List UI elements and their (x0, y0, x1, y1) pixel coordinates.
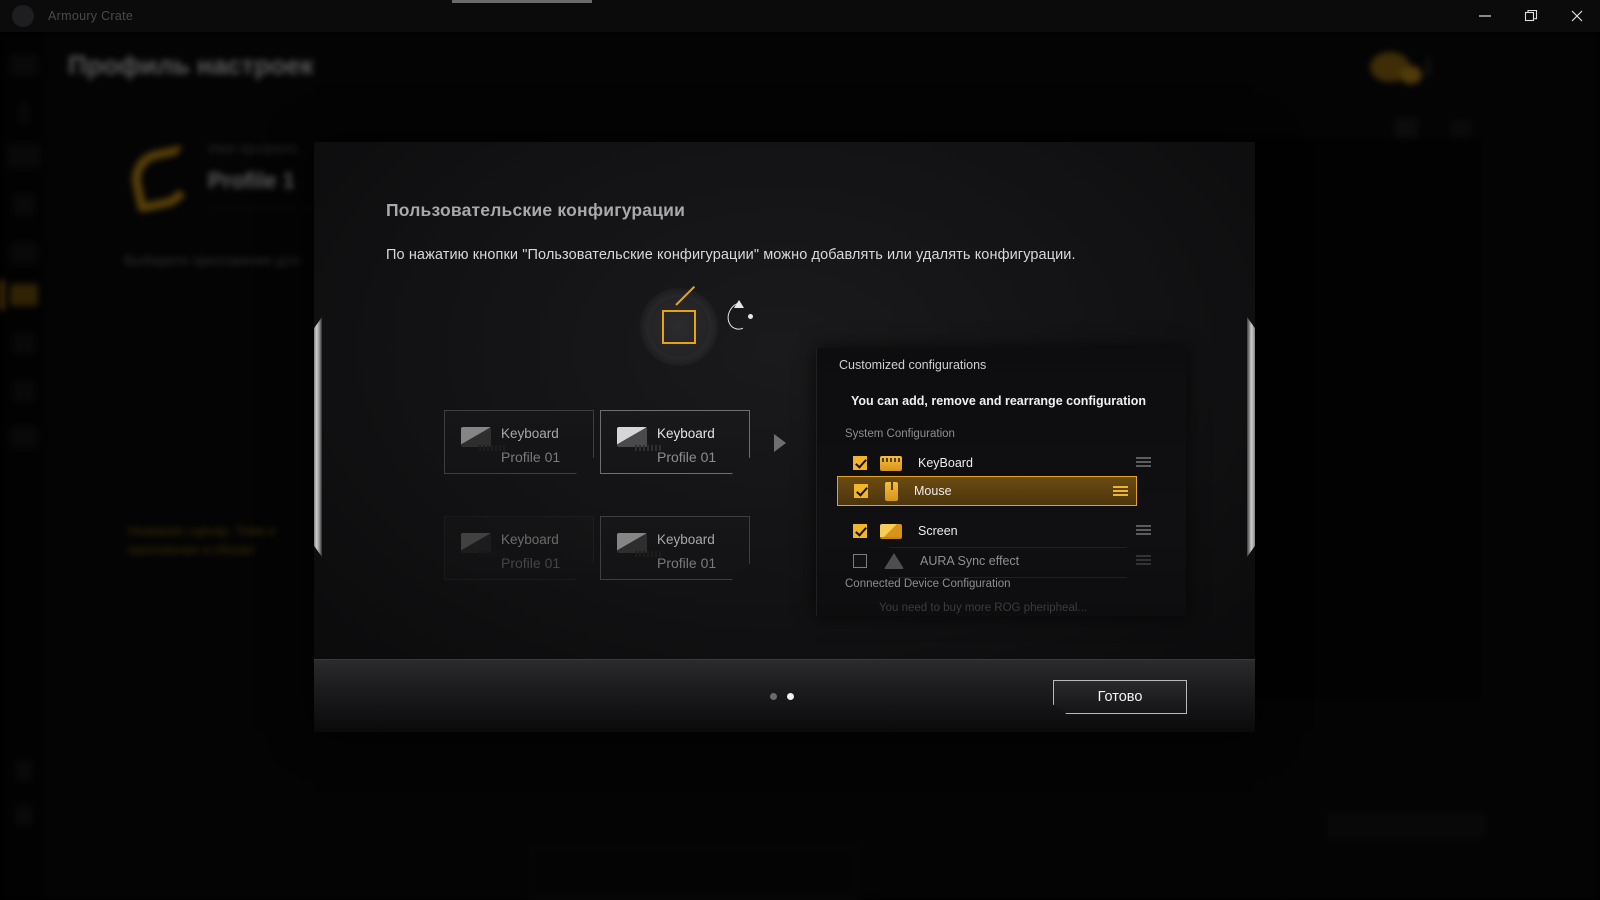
select-app-hint: Выберите приложение для (124, 252, 300, 268)
config-row-label: Mouse (914, 484, 952, 498)
config-panel-subtitle: You can add, remove and rearrange config… (851, 394, 1146, 408)
sidebar-item-settings[interactable] (15, 760, 33, 782)
done-button[interactable]: Готово (1053, 680, 1187, 714)
config-row-screen[interactable]: Screen (853, 518, 1153, 544)
config-section-connected: Connected Device Configuration (845, 578, 1011, 590)
overflow-menu-icon[interactable] (1427, 58, 1430, 76)
close-button[interactable] (1554, 0, 1600, 32)
restore-icon (1524, 9, 1538, 23)
customized-configurations-modal: Пользовательские конфигурации По нажатию… (314, 142, 1255, 732)
cursor-arrow-tip (734, 300, 744, 308)
screen-icon (880, 524, 902, 539)
notification-icon[interactable] (1394, 118, 1418, 140)
profile-card-1[interactable]: Keyboard Profile 01 (444, 410, 594, 474)
page-title: Профиль настроек (68, 50, 314, 81)
profile-card-device: Keyboard (657, 532, 715, 547)
customized-configurations-panel: Customized configurations You can add, r… (816, 348, 1186, 616)
config-row-keyboard[interactable]: KeyBoard (853, 450, 1153, 476)
aura-triangle-icon (884, 553, 904, 569)
keyboard-icon (880, 456, 902, 471)
config-row-mouse[interactable]: Mouse (837, 476, 1137, 506)
close-icon (1570, 9, 1584, 23)
edit-highlight-ring (640, 288, 718, 366)
sidebar-item-gamelibrary[interactable] (10, 426, 38, 448)
keyboard-icon (617, 533, 647, 553)
profile-card-profile: Profile 01 (501, 449, 560, 465)
sidebar-item-help[interactable] (15, 804, 33, 826)
minimize-button[interactable] (1462, 0, 1508, 32)
modal-title: Пользовательские конфигурации (386, 200, 685, 221)
keyboard-icon (461, 533, 491, 553)
config-section-system: System Configuration (845, 428, 955, 440)
modal-left-edge-accent (314, 317, 322, 557)
config-row-label: Screen (918, 524, 958, 538)
checkbox-screen[interactable] (853, 524, 867, 538)
background-bottom-card-2[interactable] (878, 836, 1278, 900)
sidebar-item-tools[interactable] (13, 332, 35, 354)
background-bottom-button[interactable] (1326, 812, 1486, 838)
keyboard-icon (461, 427, 491, 447)
pagination-dots (770, 693, 794, 700)
sidebar-item-device[interactable] (19, 102, 29, 124)
profile-card-device: Keyboard (657, 426, 715, 441)
profile-name: Profile 1 (208, 168, 295, 194)
keyboard-icon (617, 427, 647, 447)
restore-button[interactable] (1508, 0, 1554, 32)
modal-description: По нажатию кнопки "Пользовательские конф… (386, 247, 1076, 263)
checkbox-keyboard[interactable] (853, 456, 867, 470)
drag-handle-icon[interactable] (1113, 486, 1128, 497)
mouse-icon (885, 482, 898, 501)
drag-handle-icon[interactable] (1136, 555, 1151, 566)
config-row-aura[interactable]: AURA Sync effect (853, 548, 1153, 574)
cursor-dot (748, 314, 753, 319)
profile-card-device: Keyboard (501, 426, 559, 441)
screen-root: Профиль настроек Имя профиля Profile 1 В… (0, 0, 1600, 900)
pagination-dot-1[interactable] (770, 693, 777, 700)
config-row-label: KeyBoard (918, 456, 973, 470)
app-title: Armoury Crate (48, 9, 133, 23)
sidebar-item-lighting[interactable] (7, 144, 41, 168)
sidebar-active-indicator (0, 280, 4, 310)
checkbox-aura[interactable] (853, 554, 867, 568)
profile-card-profile: Profile 01 (657, 555, 716, 571)
config-panel-header: Customized configurations (839, 358, 986, 372)
background-bottom-card-1[interactable] (530, 848, 860, 900)
sidebar-item-scenario[interactable] (10, 242, 38, 264)
pagination-dot-2[interactable] (787, 693, 794, 700)
config-panel-footer-note: You need to buy more ROG pheripheal... (879, 602, 1087, 614)
profile-card-3[interactable]: Keyboard Profile 01 (444, 516, 594, 580)
checkbox-mouse[interactable] (854, 484, 868, 498)
chevron-right-icon[interactable] (774, 434, 786, 452)
titlebar-accent (452, 0, 592, 3)
sidebar-item-home[interactable] (10, 54, 38, 76)
titlebar: Armoury Crate (0, 0, 1600, 32)
sidebar-item-aura[interactable] (13, 194, 35, 216)
click-cursor-icon (722, 298, 758, 334)
avatar-badge (1400, 66, 1422, 84)
sidebar (0, 32, 47, 900)
background-bottom-card-3[interactable] (1290, 836, 1590, 900)
profile-card-profile: Profile 01 (501, 555, 560, 571)
sidebar-item-profiles[interactable] (10, 284, 38, 306)
pencil-edit-icon[interactable] (662, 310, 696, 344)
modal-body: Пользовательские конфигурации По нажатию… (314, 142, 1255, 659)
secondary-icon[interactable] (1450, 120, 1472, 138)
app-logo-icon (12, 5, 34, 27)
config-row-label: AURA Sync effect (920, 554, 1019, 568)
drag-handle-icon[interactable] (1136, 457, 1151, 468)
drag-handle-icon[interactable] (1136, 525, 1151, 536)
sidebar-item-macro[interactable] (13, 380, 35, 402)
minimize-icon (1478, 9, 1492, 23)
profile-card-device: Keyboard (501, 532, 559, 547)
modal-right-edge-accent (1247, 317, 1255, 557)
warning-text: Название сценар. Тема и приложение и обн… (128, 522, 328, 560)
profile-card-4[interactable]: Keyboard Profile 01 (600, 516, 750, 580)
modal-footer: Готово (314, 659, 1255, 732)
profile-card-2[interactable]: Keyboard Profile 01 (600, 410, 750, 474)
profile-subtitle: Имя профиля (208, 140, 297, 156)
profile-card-profile: Profile 01 (657, 449, 716, 465)
